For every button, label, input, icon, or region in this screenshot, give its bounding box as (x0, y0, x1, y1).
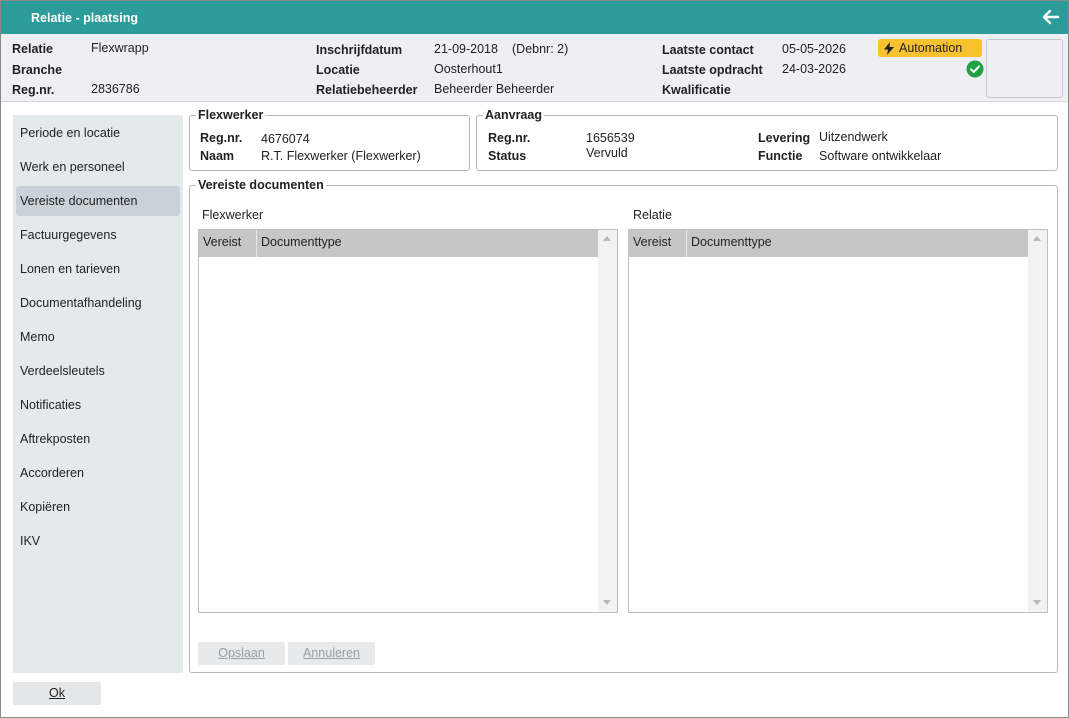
sidebar-item-accorderen[interactable]: Accorderen (16, 458, 180, 488)
check-circle-icon (966, 60, 984, 78)
sidebar-item-notificaties[interactable]: Notificaties (16, 390, 180, 420)
scroll-up-icon[interactable] (1033, 236, 1041, 241)
title-bar: Relatie - plaatsing (1, 1, 1068, 34)
flexwerker-naam-value: R.T. Flexwerker (Flexwerker) (261, 149, 421, 163)
laatste-contact-label: Laatste contact (662, 43, 754, 57)
inschrijfdatum-label: Inschrijfdatum (316, 43, 403, 57)
laatste-opdracht-label: Laatste opdracht (662, 63, 763, 77)
aanvraag-levering-label: Levering (758, 131, 811, 145)
lightning-icon (884, 42, 894, 55)
vertical-scrollbar[interactable] (1028, 230, 1047, 612)
debnr-value: (Debnr: 2) (512, 42, 569, 56)
relatie-value: Flexwrapp (91, 41, 149, 55)
flexwerker-regnr-label: Reg.nr. (200, 131, 243, 145)
sidebar-item-vereiste-documenten[interactable]: Vereiste documenten (16, 186, 180, 216)
aanvraag-levering-value: Uitzendwerk (819, 130, 888, 144)
sidebar-item-documentafhandeling[interactable]: Documentafhandeling (16, 288, 180, 318)
flexwerker-naam-label: Naam (200, 149, 235, 163)
relatie-label: Relatie (12, 42, 53, 56)
regnr-value: 2836786 (91, 82, 140, 96)
laatste-opdracht-value: 24-03-2026 (782, 62, 846, 76)
kwalificatie-label: Kwalificatie (662, 83, 731, 97)
save-button[interactable]: Opslaan (198, 642, 285, 665)
flexwerker-legend: Flexwerker (198, 108, 264, 122)
dialog-window: Relatie - plaatsing Relatie Flexwrapp Br… (0, 0, 1069, 718)
scroll-down-icon[interactable] (1033, 600, 1041, 605)
locatie-value: Oosterhout1 (434, 62, 503, 76)
relatiebeheerder-value: Beheerder Beheerder (434, 82, 555, 96)
sidebar-item-periode-en-locatie[interactable]: Periode en locatie (16, 118, 180, 148)
flexwerker-regnr-value: 4676074 (261, 132, 310, 146)
arrow-left-icon[interactable] (1042, 7, 1060, 27)
sidebar-nav: Periode en locatie Werk en personeel Ver… (13, 115, 183, 673)
regnr-label: Reg.nr. (12, 83, 55, 97)
photo-placeholder[interactable] (986, 39, 1063, 98)
sidebar-item-ikv[interactable]: IKV (16, 526, 180, 556)
aanvraag-functie-label: Functie (758, 149, 803, 163)
ok-button[interactable]: Ok (13, 682, 101, 705)
vertical-scrollbar[interactable] (598, 230, 617, 612)
sidebar-item-kopieren[interactable]: Kopiëren (16, 492, 180, 522)
locatie-label: Locatie (316, 63, 360, 77)
column-header-documenttype[interactable]: Documenttype (257, 230, 598, 257)
table-header: Vereist Documenttype (629, 230, 1028, 257)
scroll-down-icon[interactable] (603, 600, 611, 605)
vereiste-documenten-legend: Vereiste documenten (198, 178, 324, 192)
table-header: Vereist Documenttype (199, 230, 598, 257)
sidebar-item-verdeelsleutels[interactable]: Verdeelsleutels (16, 356, 180, 386)
window-title: Relatie - plaatsing (31, 11, 138, 25)
flexwerker-documents-title: Flexwerker (202, 208, 264, 222)
sidebar-item-werk-en-personeel[interactable]: Werk en personeel (16, 152, 180, 182)
relatie-documents-table[interactable]: Vereist Documenttype (628, 229, 1048, 613)
scroll-up-icon[interactable] (603, 236, 611, 241)
aanvraag-regnr-label: Reg.nr. (488, 131, 531, 145)
column-header-vereist[interactable]: Vereist (629, 230, 687, 257)
laatste-contact-value: 05-05-2026 (782, 42, 846, 56)
branche-label: Branche (12, 63, 63, 77)
sidebar-item-memo[interactable]: Memo (16, 322, 180, 352)
aanvraag-legend: Aanvraag (485, 108, 542, 122)
automation-badge[interactable]: Automation (878, 39, 982, 57)
aanvraag-status-value: Vervuld (586, 146, 628, 160)
flexwerker-documents-table[interactable]: Vereist Documenttype (198, 229, 618, 613)
column-header-vereist[interactable]: Vereist (199, 230, 257, 257)
cancel-button[interactable]: Annuleren (288, 642, 375, 665)
sidebar-item-aftrekposten[interactable]: Aftrekposten (16, 424, 180, 454)
column-header-documenttype[interactable]: Documenttype (687, 230, 1028, 257)
aanvraag-functie-value: Software ontwikkelaar (819, 149, 942, 163)
sidebar-item-factuurgegevens[interactable]: Factuurgegevens (16, 220, 180, 250)
relatie-documents-title: Relatie (633, 208, 672, 222)
automation-label: Automation (899, 41, 963, 55)
aanvraag-status-label: Status (488, 149, 527, 163)
sidebar-item-lonen-en-tarieven[interactable]: Lonen en tarieven (16, 254, 180, 284)
relatiebeheerder-label: Relatiebeheerder (316, 83, 418, 97)
inschrijfdatum-value: 21-09-2018 (434, 42, 498, 56)
aanvraag-regnr-value: 1656539 (586, 131, 635, 145)
